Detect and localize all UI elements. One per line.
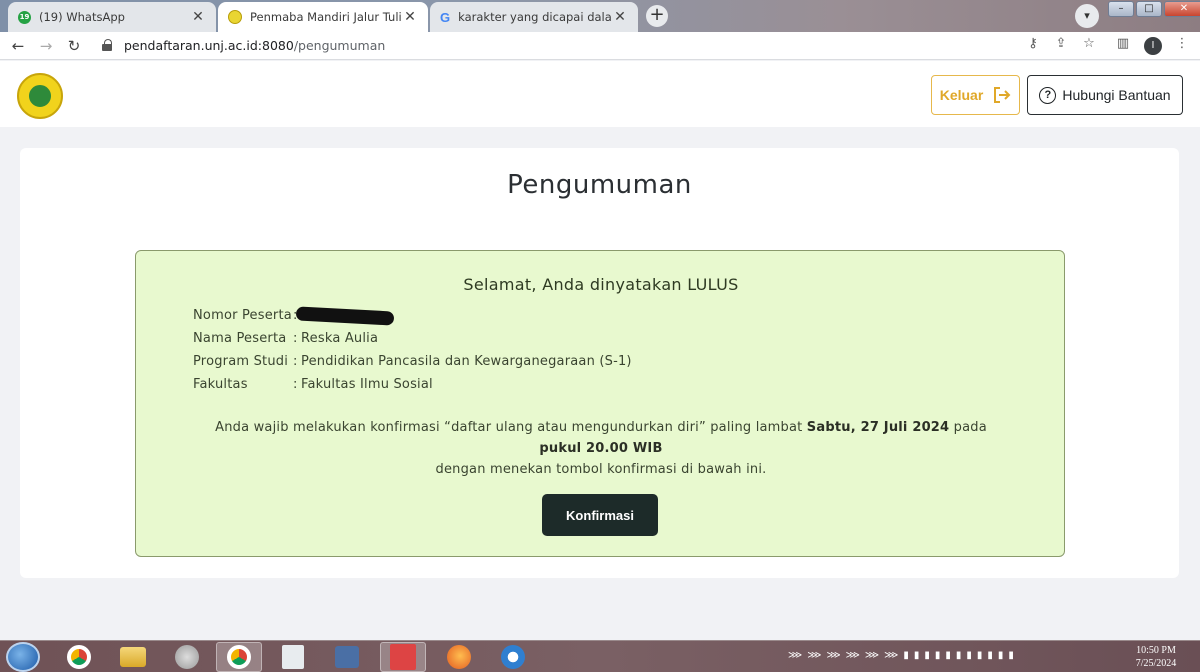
chrome-icon xyxy=(227,645,251,669)
windows-taskbar: ⋙⋙⋙⋙⋙⋙▮▮▮▮▮▮▮▮▮▮▮ 10:50 PM 7/25/2024 xyxy=(0,640,1200,672)
logo-emblem xyxy=(27,83,53,109)
notice-mid: pada xyxy=(949,420,987,435)
whatsapp-icon: 19 xyxy=(18,10,31,24)
taskbar-media-player[interactable] xyxy=(164,642,210,672)
help-icon: ? xyxy=(1039,86,1057,104)
tab-google-search[interactable]: G karakter yang dicapai dalam rpp ✕ xyxy=(430,2,638,32)
unj-logo[interactable] xyxy=(17,73,63,119)
notepad-icon xyxy=(282,645,304,669)
taskbar-chrome-active[interactable] xyxy=(216,642,262,672)
browser-tabstrip: 19 (19) WhatsApp ✕ Penmaba Mandiri Jalur… xyxy=(0,0,1200,32)
field-row-nomor: Nomor Peserta : xyxy=(193,308,301,323)
page-title: Pengumuman xyxy=(507,170,692,200)
start-button[interactable] xyxy=(6,642,40,672)
clock-date: 7/25/2024 xyxy=(1135,658,1177,669)
lock-icon xyxy=(102,39,112,51)
site-header: Keluar ? Hubungi Bantuan xyxy=(0,61,1200,127)
taskbar-notepad[interactable] xyxy=(270,642,316,672)
maximize-button[interactable]: □ xyxy=(1136,1,1162,17)
announcement-card: Pengumuman Selamat, Anda dinyatakan LULU… xyxy=(20,148,1179,578)
system-clock[interactable]: 10:50 PM 7/25/2024 xyxy=(1128,644,1184,670)
logout-label: Keluar xyxy=(939,87,984,103)
taskbar-explorer[interactable] xyxy=(110,642,156,672)
notice-deadline-date: Sabtu, 27 Juli 2024 xyxy=(806,420,950,435)
share-icon[interactable]: ⇪ xyxy=(1051,36,1071,51)
logout-icon xyxy=(994,87,1011,103)
chrome-icon xyxy=(67,645,91,669)
tab-title: karakter yang dicapai dalam rpp xyxy=(458,10,612,24)
field-row-prodi: Program Studi : Pendidikan Pancasila dan… xyxy=(193,354,632,369)
tab-search-button[interactable]: ▾ xyxy=(1075,4,1099,28)
notice-line-3: dengan menekan tombol konfirmasi di bawa… xyxy=(435,462,767,477)
key-icon[interactable]: ⚷ xyxy=(1023,36,1043,51)
forward-icon[interactable]: → xyxy=(36,36,56,56)
address-bar[interactable]: pendaftaran.unj.ac.id:8080/pengumuman xyxy=(98,35,1114,57)
url-text: pendaftaran.unj.ac.id:8080/pengumuman xyxy=(124,38,385,53)
help-button[interactable]: ? Hubungi Bantuan xyxy=(1027,75,1183,115)
media-player-icon xyxy=(175,645,199,669)
app-window-icon xyxy=(335,646,359,668)
tab-penmaba[interactable]: Penmaba Mandiri Jalur Tulis ✕ xyxy=(218,2,428,32)
taskbar-app[interactable] xyxy=(324,642,370,672)
field-value: Pendidikan Pancasila dan Kewarganegaraan… xyxy=(301,354,632,369)
unj-favicon-icon xyxy=(228,10,242,24)
notice-deadline-time: pukul 20.00 WIB xyxy=(539,441,663,456)
reload-icon[interactable]: ↻ xyxy=(64,36,84,56)
window-controls: – □ ✕ xyxy=(1108,1,1200,17)
tab-whatsapp[interactable]: 19 (19) WhatsApp ✕ xyxy=(8,2,216,32)
field-sep: : xyxy=(293,377,298,392)
field-sep: : xyxy=(293,331,298,346)
url-host: pendaftaran.unj.ac.id:8080 xyxy=(124,38,294,53)
notice-line-2: pukul 20.00 WIB xyxy=(136,438,1066,459)
field-label: Program Studi xyxy=(193,354,289,369)
result-heading: Selamat, Anda dinyatakan LULUS xyxy=(463,275,739,294)
help-label: Hubungi Bantuan xyxy=(1062,87,1171,103)
profile-avatar[interactable]: I xyxy=(1144,37,1162,55)
gear-icon xyxy=(501,645,525,669)
field-value: Fakultas Ilmu Sosial xyxy=(301,377,433,392)
side-panel-icon[interactable]: ▥ xyxy=(1113,36,1133,51)
close-icon[interactable]: ✕ xyxy=(402,9,418,25)
close-icon[interactable]: ✕ xyxy=(190,9,206,25)
paint-icon xyxy=(390,644,416,670)
firefox-icon xyxy=(447,645,471,669)
folder-icon xyxy=(120,647,146,667)
tab-title: Penmaba Mandiri Jalur Tulis xyxy=(250,10,402,24)
taskbar-chrome[interactable] xyxy=(56,642,102,672)
field-sep: : xyxy=(293,354,298,369)
field-label: Fakultas xyxy=(193,377,248,392)
notice-prefix: Anda wajib melakukan konfirmasi “daftar … xyxy=(215,420,807,435)
minimize-button[interactable]: – xyxy=(1108,1,1134,17)
result-box: Selamat, Anda dinyatakan LULUS Nomor Pes… xyxy=(135,250,1065,557)
google-icon: G xyxy=(440,9,451,25)
back-icon[interactable]: ← xyxy=(8,36,28,56)
redaction-mark xyxy=(295,306,395,326)
system-tray-icons[interactable]: ⋙⋙⋙⋙⋙⋙▮▮▮▮▮▮▮▮▮▮▮ xyxy=(788,650,1019,661)
notice-line-1: Anda wajib melakukan konfirmasi “daftar … xyxy=(136,417,1066,438)
field-row-nama: Nama Peserta : Reska Aulia xyxy=(193,331,378,346)
clock-time: 10:50 PM xyxy=(1136,645,1176,656)
field-label: Nomor Peserta xyxy=(193,308,292,323)
menu-kebab-icon[interactable]: ⋮ xyxy=(1172,36,1192,51)
browser-toolbar: ← → ↻ pendaftaran.unj.ac.id:8080/pengumu… xyxy=(0,32,1200,60)
close-window-button[interactable]: ✕ xyxy=(1164,1,1200,17)
confirmation-notice: Anda wajib melakukan konfirmasi “daftar … xyxy=(136,417,1066,480)
taskbar-firefox[interactable] xyxy=(436,642,482,672)
taskbar-settings[interactable] xyxy=(490,642,536,672)
new-tab-button[interactable]: + xyxy=(646,5,668,27)
field-value: Reska Aulia xyxy=(301,331,379,346)
taskbar-paint[interactable] xyxy=(380,642,426,672)
url-path: /pengumuman xyxy=(293,38,386,53)
close-icon[interactable]: ✕ xyxy=(612,9,628,25)
field-row-fakultas: Fakultas : Fakultas Ilmu Sosial xyxy=(193,377,433,392)
bookmark-star-icon[interactable]: ☆ xyxy=(1079,36,1099,51)
field-label: Nama Peserta xyxy=(193,331,287,346)
confirm-button[interactable]: Konfirmasi xyxy=(542,494,658,536)
logout-button[interactable]: Keluar xyxy=(931,75,1020,115)
tab-title: (19) WhatsApp xyxy=(39,10,125,24)
